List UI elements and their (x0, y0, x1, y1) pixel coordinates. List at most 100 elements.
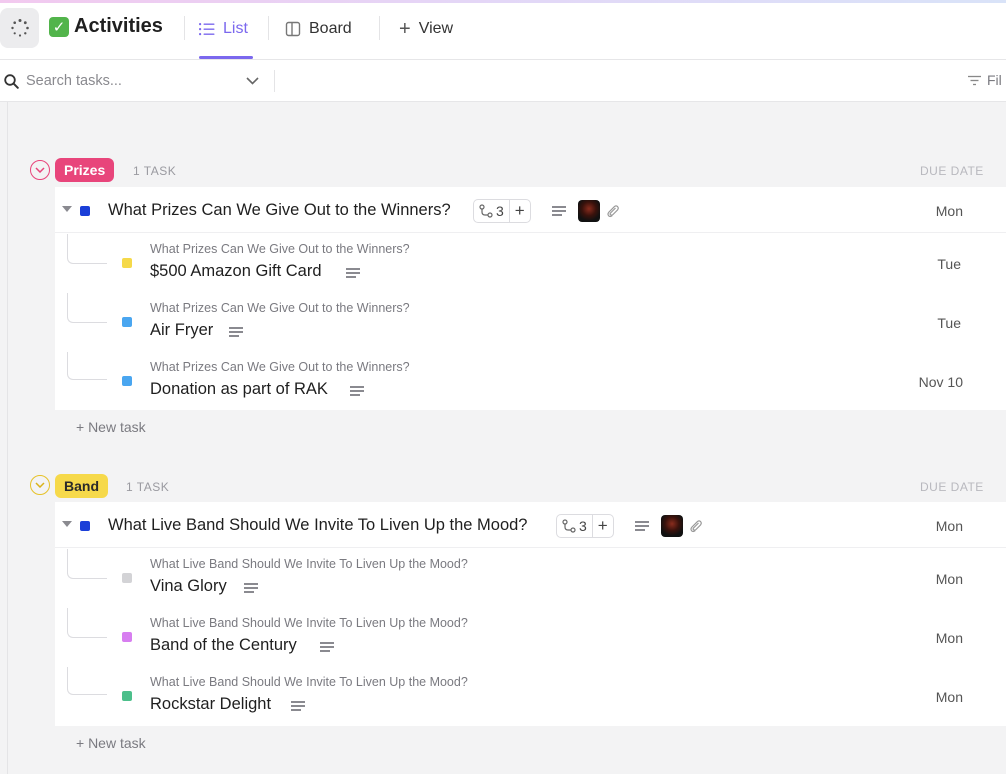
add-subtask-button[interactable]: + (593, 515, 613, 537)
status-indicator[interactable] (122, 317, 132, 327)
divider (379, 16, 380, 40)
assignee-avatar[interactable] (661, 515, 683, 537)
add-view-button[interactable]: + View (399, 18, 453, 40)
tree-connector (67, 608, 107, 638)
subtask-count: 3 (496, 203, 504, 219)
due-date[interactable]: Nov 10 (903, 374, 963, 390)
task-row[interactable]: What Live Band Should We Invite To Liven… (55, 502, 1006, 548)
subtask-name[interactable]: $500 Amazon Gift Card (150, 262, 322, 281)
subtask-name[interactable]: Donation as part of RAK (150, 380, 328, 399)
due-date[interactable]: Mon (903, 689, 963, 705)
due-date[interactable]: Tue (901, 256, 961, 272)
subtask-parent-name: What Prizes Can We Give Out to the Winne… (150, 360, 410, 374)
description-icon[interactable] (320, 642, 334, 652)
spinner-icon[interactable] (0, 8, 39, 48)
description-icon[interactable] (552, 206, 566, 216)
subtask-name[interactable]: Air Fryer (150, 321, 213, 340)
page-title: Activities (74, 15, 163, 37)
group-label-prizes[interactable]: Prizes (55, 158, 115, 182)
divider (274, 70, 275, 92)
subtask-count: 3 (579, 518, 587, 534)
check-mark-icon: ✓ (49, 17, 69, 37)
task-name[interactable]: What Prizes Can We Give Out to the Winne… (108, 201, 451, 220)
status-indicator[interactable] (122, 376, 132, 386)
subtask-icon (562, 519, 576, 533)
group-collapse-toggle[interactable] (30, 160, 50, 180)
task-name[interactable]: What Live Band Should We Invite To Liven… (108, 516, 527, 535)
task-row[interactable]: What Prizes Can We Give Out to the Winne… (55, 187, 1006, 233)
tree-connector (67, 293, 107, 323)
subtask-counter[interactable]: 3 + (556, 514, 614, 538)
subtask-icon (479, 204, 493, 218)
tab-list[interactable]: List (199, 18, 248, 40)
tree-connector (67, 549, 107, 579)
divider (268, 16, 269, 40)
description-icon[interactable] (346, 268, 360, 278)
plus-icon: + (399, 18, 411, 40)
search-input[interactable] (26, 70, 226, 92)
status-indicator[interactable] (80, 521, 90, 531)
due-date[interactable]: Mon (903, 630, 963, 646)
subtask-parent-name: What Prizes Can We Give Out to the Winne… (150, 242, 410, 256)
group-task-count: 1 TASK (126, 480, 170, 494)
subtask-row[interactable]: What Prizes Can We Give Out to the Winne… (55, 352, 1006, 411)
subtask-name[interactable]: Band of the Century (150, 636, 297, 655)
group-collapse-toggle[interactable] (30, 475, 50, 495)
filter-label: Fil (987, 72, 1002, 88)
attachment-icon[interactable] (606, 204, 620, 218)
list-icon (199, 23, 215, 36)
subtask-parent-name: What Prizes Can We Give Out to the Winne… (150, 301, 410, 315)
subtask-count-button[interactable]: 3 (557, 515, 592, 537)
caret-down-icon[interactable] (62, 521, 72, 527)
description-icon[interactable] (350, 386, 364, 396)
due-date-header[interactable]: DUE DATE (920, 480, 984, 494)
status-indicator[interactable] (80, 206, 90, 216)
status-indicator[interactable] (122, 573, 132, 583)
divider (184, 16, 185, 40)
status-indicator[interactable] (122, 691, 132, 701)
group-task-count: 1 TASK (133, 164, 177, 178)
due-date-header[interactable]: DUE DATE (920, 164, 984, 178)
active-tab-underline (199, 56, 253, 59)
due-date[interactable]: Mon (903, 518, 963, 534)
board-icon (285, 21, 301, 37)
description-icon[interactable] (635, 521, 649, 531)
top-bar: ✓ Activities List Board + View (0, 0, 1006, 60)
add-subtask-button[interactable]: + (510, 200, 530, 222)
subtask-row[interactable]: What Live Band Should We Invite To Liven… (55, 608, 1006, 667)
subtask-row[interactable]: What Live Band Should We Invite To Liven… (55, 667, 1006, 726)
new-task-button[interactable]: + New task (76, 419, 146, 435)
tab-board-label: Board (309, 20, 352, 37)
filter-button[interactable]: Fil (968, 72, 1002, 88)
add-view-label: View (418, 20, 454, 37)
subtask-name[interactable]: Rockstar Delight (150, 695, 271, 714)
top-accent-strip (0, 0, 1006, 3)
attachment-icon[interactable] (689, 519, 703, 533)
subtask-count-button[interactable]: 3 (474, 200, 509, 222)
tab-board[interactable]: Board (285, 18, 352, 40)
due-date[interactable]: Mon (903, 571, 963, 587)
status-indicator[interactable] (122, 258, 132, 268)
task-card: What Prizes Can We Give Out to the Winne… (55, 187, 1006, 410)
task-card: What Live Band Should We Invite To Liven… (55, 502, 1006, 726)
subtask-row[interactable]: What Prizes Can We Give Out to the Winne… (55, 234, 1006, 293)
subtask-row[interactable]: What Live Band Should We Invite To Liven… (55, 549, 1006, 608)
group-label-band[interactable]: Band (55, 474, 108, 498)
new-task-button[interactable]: + New task (76, 735, 146, 751)
chevron-down-icon[interactable] (246, 77, 259, 85)
subtask-name[interactable]: Vina Glory (150, 577, 227, 596)
description-icon[interactable] (291, 701, 305, 711)
caret-down-icon[interactable] (62, 206, 72, 212)
description-icon[interactable] (244, 583, 258, 593)
subtask-row[interactable]: What Prizes Can We Give Out to the Winne… (55, 293, 1006, 352)
search-bar (0, 60, 1006, 102)
subtask-counter[interactable]: 3 + (473, 199, 531, 223)
description-icon[interactable] (229, 327, 243, 337)
due-date[interactable]: Mon (903, 203, 963, 219)
status-indicator[interactable] (122, 632, 132, 642)
due-date[interactable]: Tue (901, 315, 961, 331)
chevron-down-icon (35, 167, 45, 173)
chevron-down-icon (35, 482, 45, 488)
subtask-parent-name: What Live Band Should We Invite To Liven… (150, 616, 468, 630)
assignee-avatar[interactable] (578, 200, 600, 222)
